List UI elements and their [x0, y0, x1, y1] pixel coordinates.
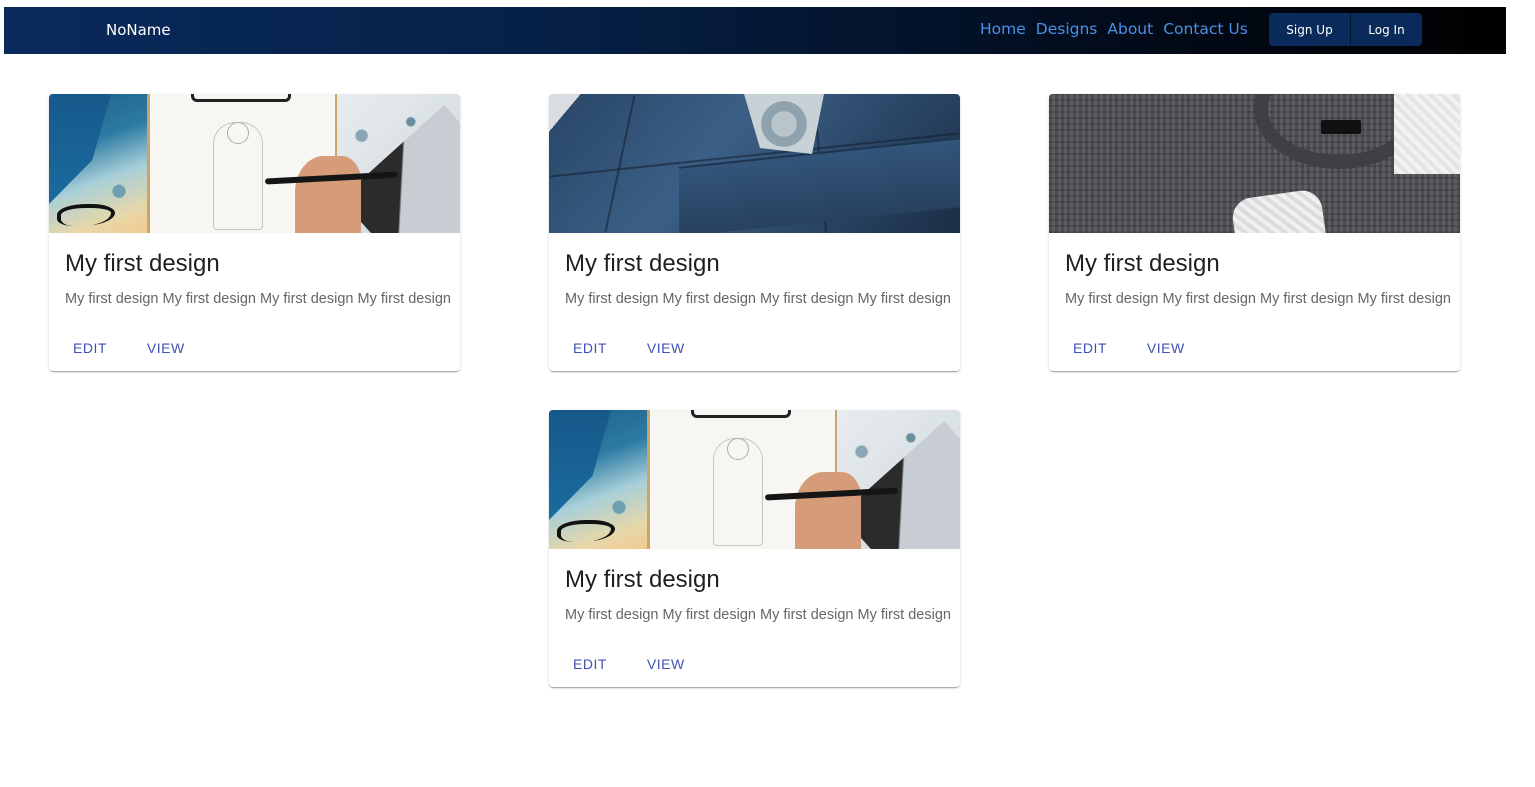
log-in-button[interactable]: Log In: [1350, 13, 1422, 46]
card-actions: EDIT VIEW: [557, 646, 701, 682]
suit-image[interactable]: [549, 94, 960, 233]
card-description: My first design My first design My first…: [565, 607, 951, 623]
navbar: NoName Home Designs About Contact Us Sig…: [4, 7, 1506, 54]
sweater-image[interactable]: [1049, 94, 1460, 233]
view-button[interactable]: VIEW: [131, 330, 201, 366]
design-card: My first design My first design My first…: [49, 94, 460, 371]
edit-button[interactable]: EDIT: [557, 330, 623, 366]
design-card: My first design My first design My first…: [549, 94, 960, 371]
nav-link-contact-us[interactable]: Contact Us: [1163, 20, 1248, 38]
card-title: My first design: [565, 566, 720, 593]
card-title: My first design: [1065, 250, 1220, 277]
card-description: My first design My first design My first…: [565, 291, 951, 307]
sketch-image[interactable]: [49, 94, 460, 233]
edit-button[interactable]: EDIT: [557, 646, 623, 682]
view-button[interactable]: VIEW: [631, 646, 701, 682]
card-actions: EDIT VIEW: [57, 330, 201, 366]
auth-button-group: Sign Up Log In: [1269, 13, 1422, 46]
nav-link-home[interactable]: Home: [980, 20, 1026, 38]
card-title: My first design: [565, 250, 720, 277]
view-button[interactable]: VIEW: [631, 330, 701, 366]
edit-button[interactable]: EDIT: [1057, 330, 1123, 366]
card-actions: EDIT VIEW: [557, 330, 701, 366]
edit-button[interactable]: EDIT: [57, 330, 123, 366]
nav-link-about[interactable]: About: [1107, 20, 1153, 38]
nav-links: Home Designs About Contact Us: [980, 20, 1248, 38]
card-description: My first design My first design My first…: [65, 291, 451, 307]
card-title: My first design: [65, 250, 220, 277]
nav-link-designs[interactable]: Designs: [1036, 20, 1098, 38]
brand-logo-text[interactable]: NoName: [106, 21, 171, 39]
design-card: My first design My first design My first…: [1049, 94, 1460, 371]
card-actions: EDIT VIEW: [1057, 330, 1201, 366]
design-card: My first design My first design My first…: [549, 410, 960, 687]
card-description: My first design My first design My first…: [1065, 291, 1451, 307]
sketch-image[interactable]: [549, 410, 960, 549]
view-button[interactable]: VIEW: [1131, 330, 1201, 366]
sign-up-button[interactable]: Sign Up: [1269, 13, 1350, 46]
